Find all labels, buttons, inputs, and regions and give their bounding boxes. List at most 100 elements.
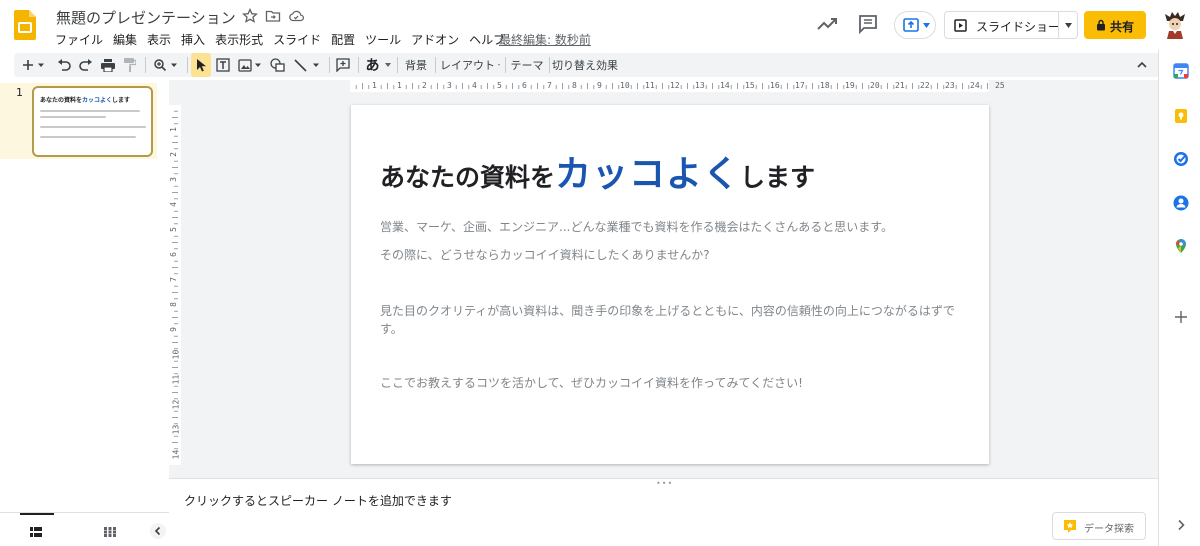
hide-panel-icon[interactable] — [150, 523, 166, 539]
menu-slide[interactable]: スライド — [273, 31, 321, 47]
ruler-label: 11 — [171, 374, 181, 385]
paint-format-button[interactable] — [120, 53, 140, 77]
ruler-label: 17 — [795, 81, 805, 90]
ruler-label: 20 — [870, 81, 880, 90]
ruler-label: 2 — [168, 152, 178, 157]
ruler-label: 22 — [920, 81, 930, 90]
toolbar-separator — [187, 57, 188, 73]
document-title[interactable]: 無題のプレゼンテーション — [56, 7, 236, 28]
ruler-label: 1 — [168, 127, 178, 132]
menu-tools[interactable]: ツール — [365, 31, 401, 47]
thumbnail-text-line — [40, 116, 106, 118]
tasks-icon[interactable] — [1173, 151, 1189, 167]
toolbar-separator — [145, 57, 146, 73]
move-folder-icon[interactable] — [265, 8, 281, 24]
slides-logo[interactable] — [14, 10, 36, 40]
ruler-label: 9 — [168, 327, 178, 332]
textbox-button[interactable] — [213, 53, 233, 77]
star-icon[interactable] — [242, 8, 258, 24]
chevron-down-icon[interactable] — [1065, 23, 1072, 28]
ruler-label: 6 — [168, 252, 178, 257]
input-tools-label: あ — [365, 58, 380, 74]
menu-view[interactable]: 表示 — [147, 31, 171, 47]
present-options-icon — [903, 18, 919, 32]
explore-label: データ探索 — [1084, 524, 1134, 535]
select-tool-button[interactable] — [191, 53, 211, 77]
undo-icon — [58, 59, 71, 71]
shape-button[interactable] — [267, 53, 287, 77]
layout-button[interactable]: レイアウト — [440, 53, 500, 77]
slide-title[interactable]: あなたの資料をカッコよくします — [380, 145, 815, 197]
lock-icon — [1097, 19, 1105, 31]
present-options-button[interactable] — [894, 11, 936, 39]
ruler-label: 6 — [522, 81, 527, 90]
new-slide-icon — [23, 60, 44, 70]
slideshow-button[interactable]: スライドショー — [944, 11, 1078, 39]
chevron-down-icon — [923, 23, 930, 28]
comment-add-button[interactable] — [333, 53, 353, 77]
body-paragraph-2[interactable]: その際に、どうせならカッコイイ資料にしたくありませんか? — [380, 246, 960, 264]
ruler-label: 7 — [547, 81, 552, 90]
input-tools-button[interactable]: あ — [362, 53, 394, 77]
active-view-indicator — [20, 513, 54, 515]
share-label: 共有 — [1110, 20, 1135, 34]
slide-thumbnail[interactable]: あなたの資料をカッコよくします — [32, 86, 153, 157]
menu-edit[interactable]: 編集 — [113, 31, 137, 47]
keep-icon[interactable] — [1173, 108, 1189, 124]
zoom-button[interactable] — [150, 53, 182, 77]
notes-resize-handle[interactable]: ••• — [169, 478, 1158, 488]
background-button[interactable]: 背景 — [401, 53, 431, 77]
slideshow-label: スライドショー — [976, 20, 1061, 34]
menu-arrange[interactable]: 配置 — [331, 31, 355, 47]
explore-button[interactable]: データ探索 — [1052, 512, 1146, 540]
ruler-label: 3 — [168, 177, 178, 182]
body-paragraph-1[interactable]: 営業、マーケ、企画、エンジニア...どんな業種でも資料を作る機会はたくさんあると… — [380, 218, 960, 236]
title-accent: カッコよく — [555, 153, 741, 194]
ruler-label: 5 — [168, 227, 178, 232]
new-slide-button[interactable] — [18, 53, 50, 77]
add-addon-icon[interactable] — [1173, 309, 1189, 325]
last-edit-link[interactable]: 最終編集: 数秒前 — [499, 31, 591, 48]
avatar[interactable] — [1163, 11, 1187, 39]
chevron-down-icon — [498, 64, 500, 66]
menu-format[interactable]: 表示形式 — [215, 31, 263, 47]
layout-label: レイアウト — [440, 59, 495, 72]
menu-addons[interactable]: アドオン — [411, 31, 459, 47]
speaker-notes[interactable]: クリックするとスピーカー ノートを追加できます — [184, 492, 452, 509]
comments-icon[interactable] — [857, 13, 879, 35]
cloud-icon[interactable] — [288, 8, 304, 24]
body-paragraph-4[interactable]: ここでお教えするコツを活かして、ぜひカッコイイ資料を作ってみてください! — [380, 374, 960, 392]
theme-button[interactable]: テーマ — [509, 53, 545, 77]
explore-icon — [1064, 520, 1076, 533]
line-button[interactable] — [290, 53, 324, 77]
share-button[interactable]: 共有 — [1084, 11, 1146, 39]
menu-insert[interactable]: 挿入 — [181, 31, 205, 47]
ruler-label: 4 — [168, 202, 178, 207]
redo-button[interactable] — [76, 53, 96, 77]
maps-icon[interactable] — [1173, 238, 1189, 254]
expand-panel-icon[interactable] — [1173, 517, 1189, 533]
horizontal-ruler[interactable]: 1 1 2 3 4 5 6 7 8 9 10 11 12 13 14 15 16 17 18 19 20 21 22 23 24… — [350, 80, 1005, 92]
collapse-toolbar-icon[interactable] — [1137, 61, 1147, 68]
undo-button[interactable] — [54, 53, 74, 77]
calendar-icon[interactable] — [1173, 63, 1189, 79]
ruler-label: 10 — [171, 349, 181, 360]
image-button[interactable] — [235, 53, 265, 77]
ruler-label: 14 — [720, 81, 730, 90]
slide[interactable]: あなたの資料をカッコよくします 営業、マーケ、企画、エンジニア...どんな業種で… — [351, 105, 989, 464]
activity-trend-icon[interactable] — [816, 14, 838, 34]
vertical-ruler[interactable]: 1 2 3 4 5 6 7 8 9 10 11 12 13 14 — [169, 105, 181, 465]
grid-view-icon[interactable] — [104, 527, 116, 537]
transition-button[interactable]: 切り替え効果 — [552, 53, 618, 77]
ruler-label: 24 — [970, 81, 980, 90]
thumbnail-title: あなたの資料をカッコよくします — [40, 97, 131, 104]
body-paragraph-3[interactable]: 見た目のクオリティが高い資料は、聞き手の印象を上げるとともに、内容の信頼性の向上… — [380, 302, 960, 338]
menu-file[interactable]: ファイル — [55, 31, 103, 47]
textbox-icon — [216, 58, 230, 72]
filmstrip-view-icon[interactable] — [30, 527, 42, 537]
thumbnail-text-line — [40, 110, 140, 112]
ruler-label: 4 — [472, 81, 477, 90]
ruler-label: 19 — [845, 81, 855, 90]
contacts-icon[interactable] — [1173, 195, 1189, 211]
print-button[interactable] — [98, 53, 118, 77]
